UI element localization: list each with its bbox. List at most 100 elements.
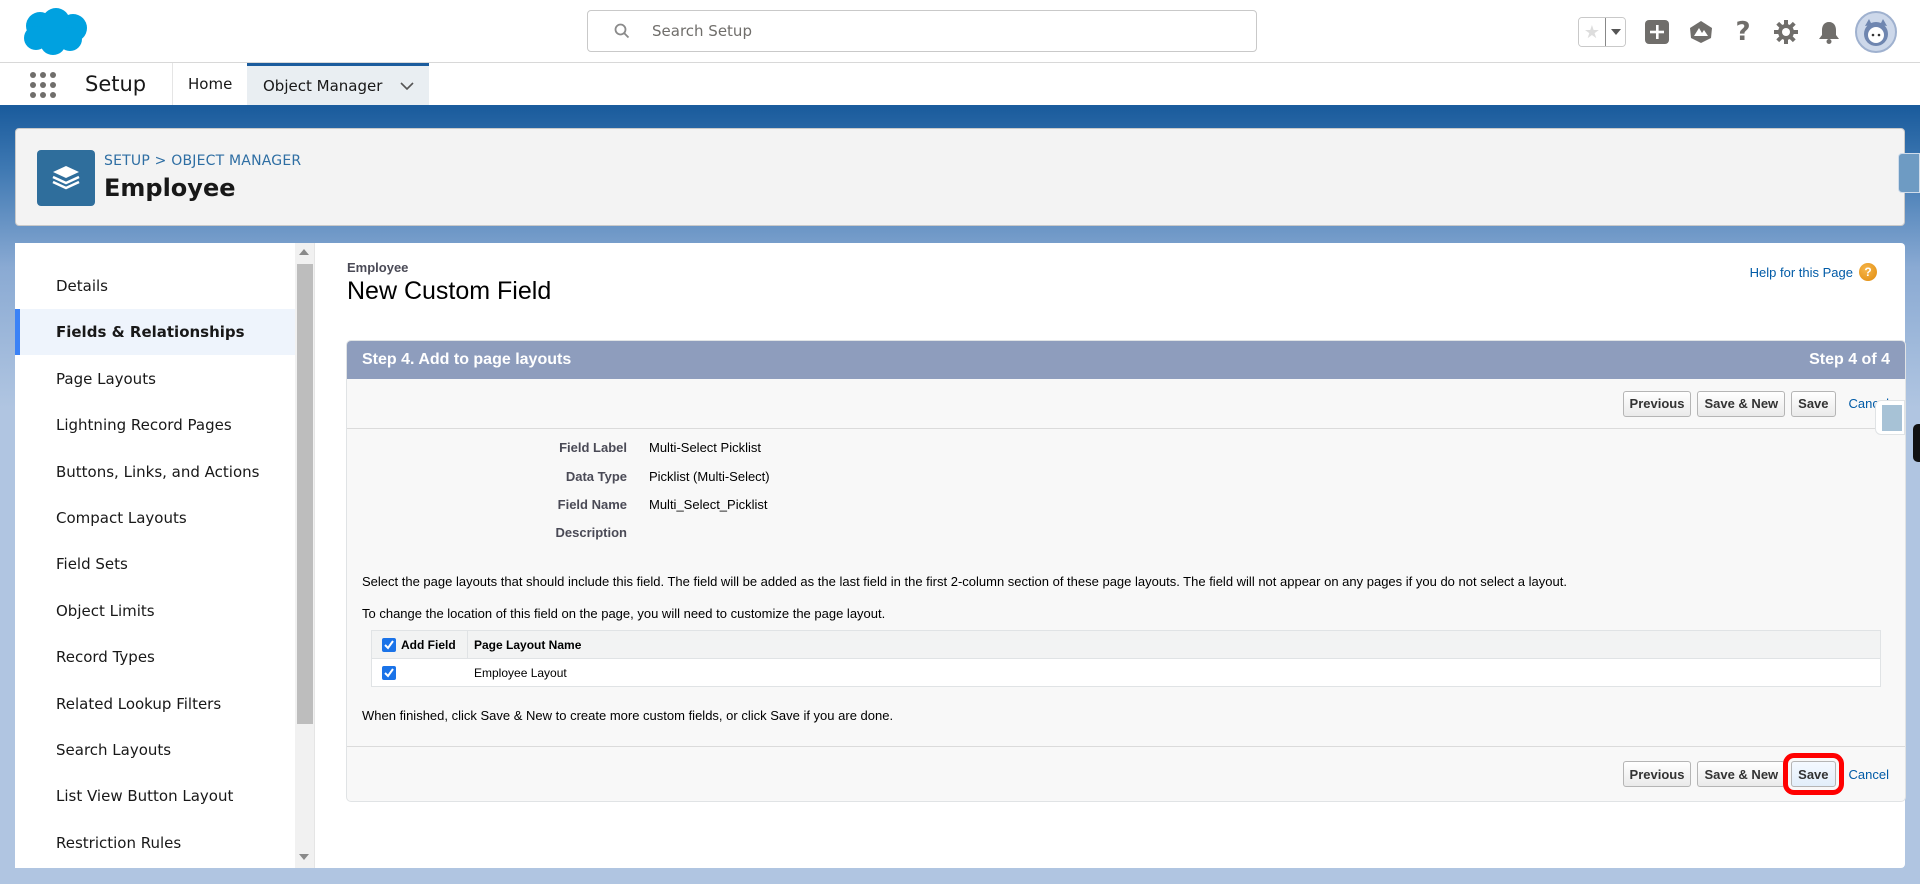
setup-gear-icon[interactable] xyxy=(1774,20,1798,44)
bottom-button-row: Previous Save & New Save Cancel xyxy=(347,746,1905,801)
sidebar-item-restriction-rules[interactable]: Restriction Rules xyxy=(15,820,295,866)
breadcrumb-separator: > xyxy=(154,153,167,169)
page-layout-table: Add Field Page Layout Name Employee Layo… xyxy=(371,630,1881,687)
sidebar-item-label: Restriction Rules xyxy=(56,834,182,852)
sidebar-item-label: List View Button Layout xyxy=(56,787,234,805)
object-sidebar: Details Fields & Relationships Page Layo… xyxy=(15,243,295,868)
instruction-text-2: To change the location of this field on … xyxy=(362,606,886,621)
context-label: Employee xyxy=(347,260,409,275)
sidebar-item-fields-relationships[interactable]: Fields & Relationships xyxy=(15,309,295,355)
sidebar-item-lightning-record-pages[interactable]: Lightning Record Pages xyxy=(15,402,295,448)
user-avatar[interactable] xyxy=(1855,11,1897,53)
instruction-text-1: Select the page layouts that should incl… xyxy=(362,574,1567,589)
search-input[interactable] xyxy=(652,22,1212,40)
sidebar-item-label: Fields & Relationships xyxy=(56,323,245,341)
object-header: SETUP > OBJECT MANAGER Employee xyxy=(15,128,1905,226)
sidebar-item-buttons-links-actions[interactable]: Buttons, Links, and Actions xyxy=(15,449,295,495)
salesforce-logo[interactable] xyxy=(18,6,93,56)
breadcrumb-setup[interactable]: SETUP xyxy=(104,153,150,169)
bottom-previous-button[interactable]: Previous xyxy=(1622,761,1692,787)
select-all-checkbox[interactable] xyxy=(382,637,396,652)
detail-label: Data Type xyxy=(565,469,627,484)
sidebar-item-field-sets[interactable]: Field Sets xyxy=(15,541,295,587)
sidebar-item-label: Buttons, Links, and Actions xyxy=(56,463,260,481)
bottom-save-button[interactable]: Save xyxy=(1783,753,1844,795)
tab-home-label: Home xyxy=(188,75,233,93)
breadcrumb-object-manager[interactable]: OBJECT MANAGER xyxy=(171,153,301,169)
favorites-star-icon[interactable]: ★ xyxy=(1579,18,1605,46)
notifications-bell-icon[interactable] xyxy=(1817,20,1841,44)
global-header: ★ ? xyxy=(0,0,1920,63)
page-layout-name: Employee Layout xyxy=(474,665,567,680)
side-panel-toggle-middle[interactable] xyxy=(1875,400,1905,435)
global-actions-plus-icon[interactable] xyxy=(1645,20,1669,44)
edge-tab[interactable] xyxy=(1913,424,1920,462)
detail-value: Multi_Select_Picklist xyxy=(649,497,768,512)
bottom-cancel-link[interactable]: Cancel xyxy=(1849,767,1889,782)
content-divider xyxy=(314,243,315,868)
sidebar-item-label: Object Limits xyxy=(56,602,155,620)
finish-note: When finished, click Save & New to creat… xyxy=(362,708,894,723)
step-header: Step 4. Add to page layouts Step 4 of 4 xyxy=(347,341,1905,379)
scrollbar-thumb[interactable] xyxy=(297,264,313,724)
help-question-icon[interactable]: ? xyxy=(1859,263,1877,281)
sidebar-item-page-layouts[interactable]: Page Layouts xyxy=(15,356,295,402)
scroll-down-arrow-icon[interactable] xyxy=(299,854,309,860)
top-previous-button[interactable]: Previous xyxy=(1622,390,1692,417)
sidebar-item-details[interactable]: Details xyxy=(15,263,295,309)
tab-object-manager[interactable]: Object Manager xyxy=(247,63,429,105)
sidebar-scrollbar[interactable] xyxy=(295,243,314,868)
search-icon xyxy=(614,23,630,39)
chevron-down-icon[interactable] xyxy=(400,81,414,90)
app-name: Setup xyxy=(85,72,147,96)
app-launcher-icon[interactable] xyxy=(30,72,56,98)
favorites-button-group: ★ xyxy=(1578,17,1626,47)
layout-table-header: Add Field Page Layout Name xyxy=(372,631,1880,659)
object-title: Employee xyxy=(104,174,236,202)
scroll-up-arrow-icon[interactable] xyxy=(299,249,309,255)
help-link-label: Help for this Page xyxy=(1749,264,1853,280)
object-layers-icon xyxy=(37,150,95,206)
sidebar-item-label: Lightning Record Pages xyxy=(56,416,232,434)
page-title: New Custom Field xyxy=(347,277,552,305)
header-utility-icons: ★ ? xyxy=(1578,11,1897,53)
step-title: Step 4. Add to page layouts xyxy=(362,351,572,368)
column-header-add-field: Add Field xyxy=(401,637,456,652)
detail-value: Multi-Select Picklist xyxy=(649,440,761,455)
header-add-field-cell: Add Field xyxy=(372,631,468,658)
row-checkbox[interactable] xyxy=(382,665,396,680)
side-panel-toggle-top[interactable] xyxy=(1898,153,1920,193)
top-save-button[interactable]: Save xyxy=(1791,390,1836,417)
sidebar-item-record-types[interactable]: Record Types xyxy=(15,634,295,680)
content-area: Employee New Custom Field Help for this … xyxy=(331,243,1906,868)
sidebar-item-search-layouts[interactable]: Search Layouts xyxy=(15,727,295,773)
trailhead-icon[interactable] xyxy=(1688,20,1712,44)
sidebar-item-compact-layouts[interactable]: Compact Layouts xyxy=(15,495,295,541)
help-for-this-page-link[interactable]: Help for this Page ? xyxy=(1750,263,1877,281)
table-row: Employee Layout xyxy=(372,659,1880,686)
sidebar-item-label: Compact Layouts xyxy=(56,509,187,527)
tab-object-manager-label: Object Manager xyxy=(263,76,383,95)
bottom-save-new-button[interactable]: Save & New xyxy=(1697,761,1786,787)
sidebar-item-label: Search Layouts xyxy=(56,741,172,759)
tab-home[interactable]: Home xyxy=(188,63,232,105)
main-card: Details Fields & Relationships Page Layo… xyxy=(15,243,1906,868)
detail-label: Field Name xyxy=(557,497,627,512)
sidebar-item-label: Record Types xyxy=(56,648,155,666)
sidebar-item-list-view-button-layout[interactable]: List View Button Layout xyxy=(15,773,295,819)
help-question-icon[interactable]: ? xyxy=(1731,17,1755,47)
nav-divider xyxy=(172,63,173,105)
column-header-page-layout-name: Page Layout Name xyxy=(474,637,582,652)
step-panel: Step 4. Add to page layouts Step 4 of 4 … xyxy=(346,340,1906,802)
sidebar-item-object-limits[interactable]: Object Limits xyxy=(15,588,295,634)
search-box[interactable] xyxy=(587,10,1257,52)
sidebar-item-related-lookup-filters[interactable]: Related Lookup Filters xyxy=(15,681,295,727)
sidebar-item-label: Details xyxy=(56,277,109,295)
detail-label: Description xyxy=(555,525,627,540)
row-checkbox-cell xyxy=(372,659,468,686)
detail-label: Field Label xyxy=(559,440,627,455)
app-nav-bar: Setup Home Object Manager xyxy=(0,63,1920,108)
top-save-new-button[interactable]: Save & New xyxy=(1697,390,1786,417)
sidebar-item-label: Field Sets xyxy=(56,555,128,573)
favorites-dropdown-icon[interactable] xyxy=(1605,18,1625,46)
